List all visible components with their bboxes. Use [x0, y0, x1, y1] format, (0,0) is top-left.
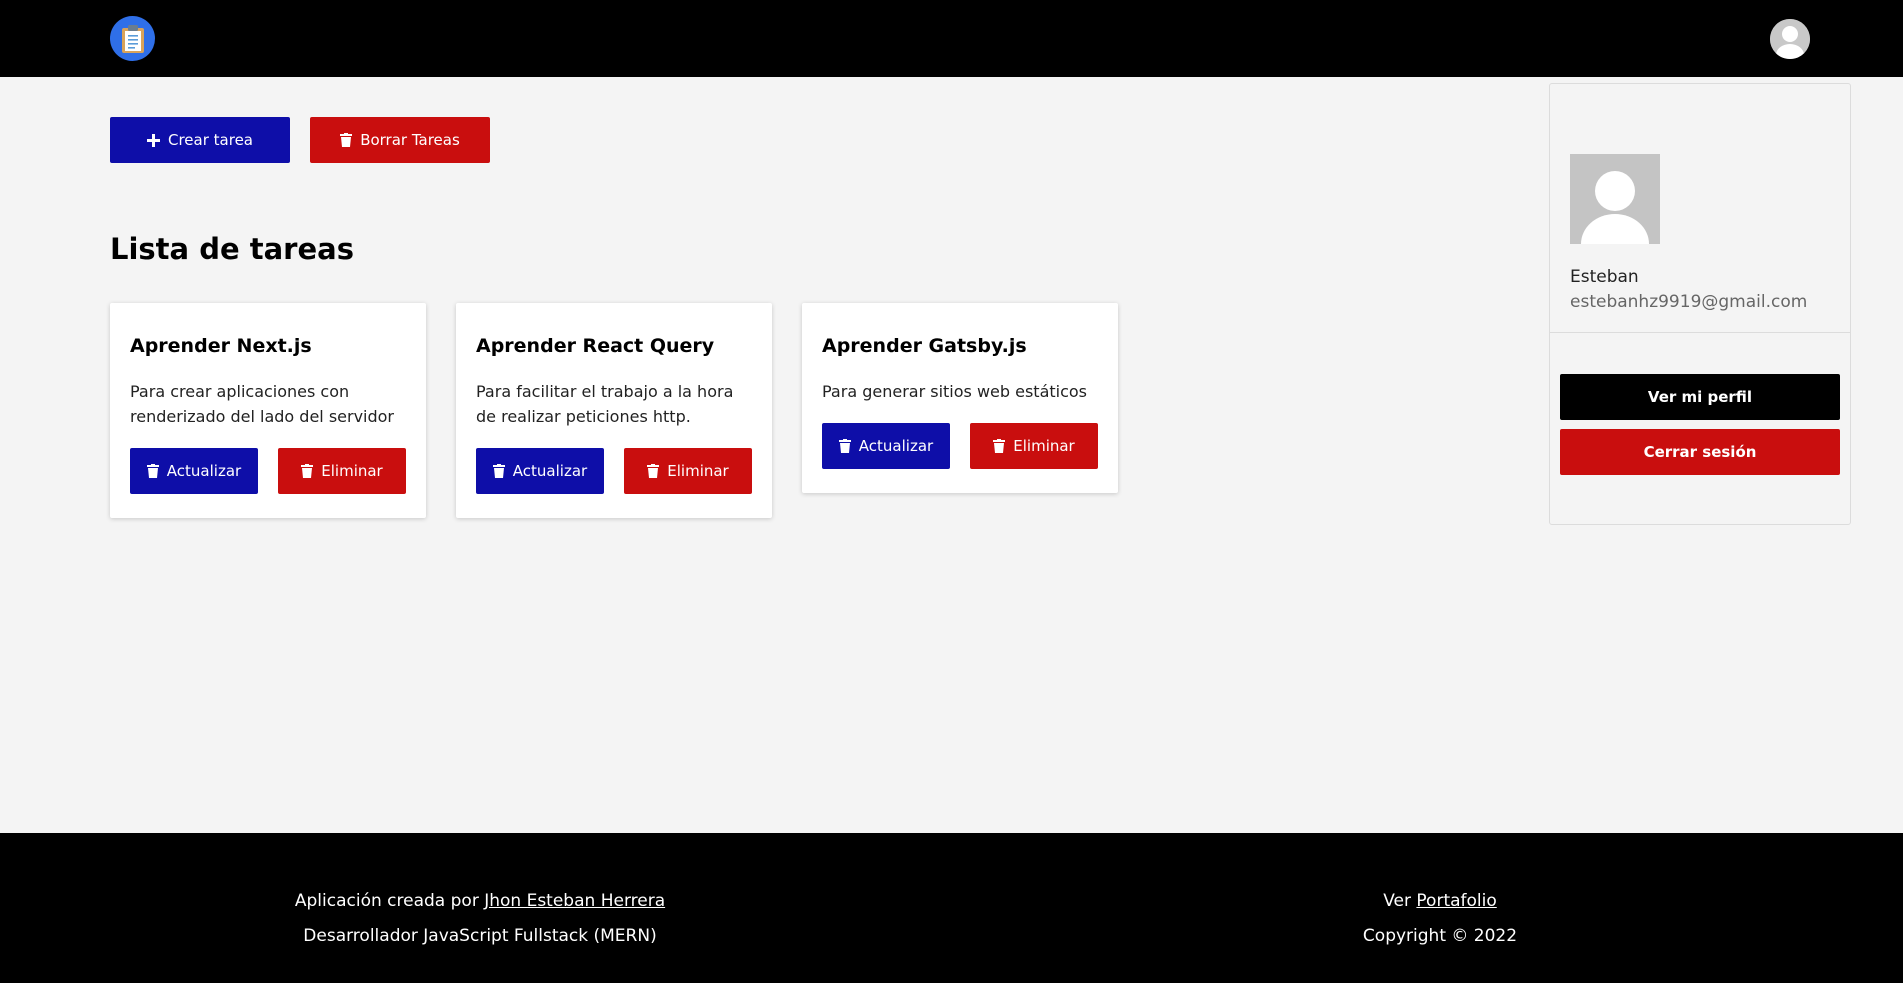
plus-icon [147, 133, 160, 147]
clipboard-icon [121, 24, 144, 53]
task-actions: Actualizar Eliminar [476, 448, 752, 494]
task-description: Para crear aplicaciones con renderizado … [130, 382, 395, 426]
task-title: Aprender React Query [476, 335, 715, 357]
task-list-title: Lista de tareas [110, 232, 354, 266]
task-title: Aprender Gatsby.js [822, 335, 1027, 357]
task-description: Para generar sitios web estáticos [822, 382, 1088, 401]
user-silhouette-icon [1770, 19, 1810, 59]
update-task-button[interactable]: Actualizar [476, 448, 604, 494]
task-actions: Actualizar Eliminar [130, 448, 406, 494]
footer-portfolio: Ver Portafolio Copyright © 2022 [1290, 884, 1590, 954]
delete-task-button[interactable]: Eliminar [624, 448, 752, 494]
trash-icon [647, 464, 660, 478]
profile-panel: Esteban estebanhz9919@gmail.com Ver mi p… [1549, 83, 1851, 525]
author-role: Desarrollador JavaScript Fullstack (MERN… [303, 926, 657, 946]
trash-icon [838, 439, 851, 453]
task-card: Aprender Next.js Para crear aplicaciones… [110, 303, 426, 518]
created-by-text: Aplicación creada por [294, 891, 479, 911]
clear-tasks-button[interactable]: Borrar Tareas [310, 117, 490, 163]
update-label: Actualizar [858, 437, 934, 455]
user-silhouette-icon [1570, 154, 1660, 244]
logout-button[interactable]: Cerrar sesión [1560, 429, 1840, 475]
trash-icon [993, 439, 1006, 453]
profile-divider [1550, 332, 1850, 333]
app-logo[interactable] [110, 16, 155, 61]
top-navbar [0, 0, 1903, 77]
task-card: Aprender Gatsby.js Para generar sitios w… [802, 303, 1118, 493]
update-label: Actualizar [166, 462, 242, 480]
user-avatar-icon[interactable] [1770, 19, 1810, 59]
view-profile-button[interactable]: Ver mi perfil [1560, 374, 1840, 420]
create-task-button[interactable]: Crear tarea [110, 117, 290, 163]
create-task-label: Crear tarea [168, 131, 253, 149]
task-actions: Actualizar Eliminar [822, 423, 1098, 469]
trash-icon [492, 464, 505, 478]
trash-icon [146, 464, 159, 478]
footer: Aplicación creada por Jhon Esteban Herre… [0, 833, 1903, 983]
footer-portfolio-line: Ver Portafolio [1290, 884, 1590, 919]
delete-label: Eliminar [667, 462, 729, 480]
copyright-text: Copyright © 2022 [1362, 926, 1518, 946]
update-task-button[interactable]: Actualizar [822, 423, 950, 469]
trash-icon [340, 133, 353, 147]
footer-credits: Aplicación creada por Jhon Esteban Herre… [230, 884, 730, 954]
profile-email: estebanhz9919@gmail.com [1570, 292, 1808, 312]
task-card: Aprender React Query Para facilitar el t… [456, 303, 772, 518]
delete-task-button[interactable]: Eliminar [970, 423, 1098, 469]
update-label: Actualizar [512, 462, 588, 480]
delete-label: Eliminar [321, 462, 383, 480]
footer-created-by: Aplicación creada por Jhon Esteban Herre… [230, 884, 730, 919]
update-task-button[interactable]: Actualizar [130, 448, 258, 494]
portfolio-link[interactable]: Portafolio [1416, 891, 1496, 911]
trash-icon [301, 464, 314, 478]
clear-tasks-label: Borrar Tareas [360, 131, 460, 149]
profile-avatar [1570, 154, 1660, 244]
portfolio-prefix: Ver [1383, 891, 1411, 911]
delete-label: Eliminar [1013, 437, 1075, 455]
task-title: Aprender Next.js [130, 335, 312, 357]
task-description: Para facilitar el trabajo a la hora de r… [476, 382, 734, 426]
author-link[interactable]: Jhon Esteban Herrera [484, 891, 665, 911]
delete-task-button[interactable]: Eliminar [278, 448, 406, 494]
profile-name: Esteban [1570, 267, 1639, 287]
